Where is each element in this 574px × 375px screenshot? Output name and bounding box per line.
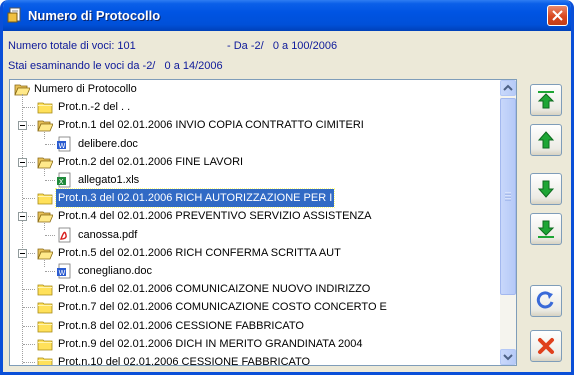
tree-item-label: Prot.n.3 del 02.01.2006 RICH AUTORIZZAZI…	[54, 188, 336, 209]
window-title: Numero di Protocollo	[28, 8, 161, 23]
tree-item-label: Prot.n.6 del 02.01.2006 COMUNICAIZONE NU…	[58, 283, 371, 296]
collapse-toggle[interactable]	[18, 121, 27, 131]
tree-connector-line	[23, 343, 35, 345]
chevron-down-icon	[503, 354, 513, 361]
tree-connector-line	[45, 271, 55, 272]
excel-file-icon: X	[57, 172, 71, 188]
tree-item-label: allegato1.xls	[78, 174, 140, 186]
app-icon	[7, 7, 21, 23]
close-button[interactable]	[547, 5, 568, 26]
folder-icon	[37, 284, 53, 296]
arrow-top-icon	[537, 91, 555, 109]
tree-connector-line	[22, 94, 23, 364]
folder-icon	[37, 102, 53, 114]
collapse-toggle[interactable]	[18, 212, 27, 222]
tree-item-label: Prot.n.-2 del . .	[58, 101, 131, 114]
protocol-tree[interactable]: Numero di Protocollo Prot.n.-2 del . . Pro…	[9, 79, 517, 366]
tree-connector-line	[23, 289, 35, 291]
svg-text:W: W	[59, 269, 66, 277]
tree-connector-line	[23, 307, 35, 309]
tree-item-label: conegliano.doc	[78, 265, 153, 277]
tree-item-label: Prot.n.4 del 02.01.2006 PREVENTIVO SERVI…	[58, 210, 372, 223]
word-doc-icon: W	[57, 263, 71, 279]
move-to-top-button[interactable]	[530, 84, 562, 116]
svg-text:W: W	[59, 142, 66, 150]
refresh-icon	[536, 291, 554, 309]
folder-open-icon	[37, 157, 53, 169]
examining-label: Stai esaminando le voci da -2/ 0 a 14/20…	[8, 60, 223, 72]
protocol-window: Numero di Protocollo Numero totale di vo…	[0, 0, 574, 375]
folder-icon	[37, 357, 53, 365]
tree-connector-line	[23, 107, 35, 109]
move-down-button[interactable]	[530, 173, 562, 205]
tree-connector-line	[45, 143, 55, 145]
folder-open-icon	[37, 248, 53, 260]
folder-icon	[37, 193, 53, 205]
tree-item-label: Prot.n.1 del 02.01.2006 INVIO COPIA CONT…	[58, 119, 364, 132]
tree-item-label: delibere.doc	[78, 137, 138, 150]
chevron-up-icon	[503, 84, 513, 91]
delete-button[interactable]	[530, 330, 562, 362]
folder-icon	[37, 302, 53, 314]
tree-item-label: Prot.n.9 del 02.01.2006 DICH IN MERITO G…	[58, 337, 363, 350]
title-bar: Numero di Protocollo	[3, 0, 571, 31]
tree-connector-line	[23, 325, 35, 327]
tree-item-label: Prot.n.2 del 02.01.2006 FINE LAVORI	[58, 155, 244, 168]
folder-icon	[37, 339, 53, 351]
tree-item-label: Prot.n.8 del 02.01.2006 CESSIONE FABBRIC…	[58, 319, 304, 332]
total-count-label: Numero totale di voci: 101	[8, 40, 136, 52]
close-icon	[552, 10, 563, 21]
grip-icon	[505, 192, 511, 201]
collapse-toggle[interactable]	[18, 248, 27, 258]
tree-item-label: Prot.n.10 del 02.01.2006 CESSIONE FABBRI…	[58, 356, 311, 366]
refresh-button[interactable]	[530, 285, 562, 317]
folder-open-icon	[37, 120, 53, 132]
scroll-thumb[interactable]	[500, 98, 516, 295]
move-up-button[interactable]	[530, 124, 562, 156]
arrow-down-icon	[537, 180, 555, 198]
word-doc-icon: W	[57, 136, 71, 151]
tree-root-label: Numero di Protocollo	[34, 83, 137, 95]
svg-text:X: X	[59, 178, 64, 186]
tree-connector-line	[23, 362, 35, 363]
tree-item-label: Prot.n.5 del 02.01.2006 RICH CONFERMA SC…	[58, 246, 341, 259]
folder-icon	[37, 321, 53, 332]
tree-item-label: Prot.n.7 del 02.01.2006 COMUNICAZIONE CO…	[58, 301, 387, 314]
collapse-toggle[interactable]	[18, 157, 27, 167]
folder-open-icon	[37, 211, 53, 223]
tree-connector-line	[45, 234, 55, 236]
delete-x-icon	[538, 338, 554, 354]
tree-connector-line	[45, 180, 55, 181]
tree-connector-line	[23, 198, 35, 200]
vertical-scrollbar[interactable]	[500, 80, 516, 365]
move-to-bottom-button[interactable]	[530, 213, 562, 245]
arrow-up-icon	[537, 131, 555, 149]
arrow-bottom-icon	[537, 220, 555, 238]
tree-item-label: canossa.pdf	[78, 228, 138, 241]
pdf-file-icon	[58, 227, 71, 242]
scroll-up-button[interactable]	[500, 80, 516, 96]
scroll-down-button[interactable]	[500, 349, 516, 365]
range-label: - Da -2/ 0 a 100/2006	[227, 40, 338, 52]
